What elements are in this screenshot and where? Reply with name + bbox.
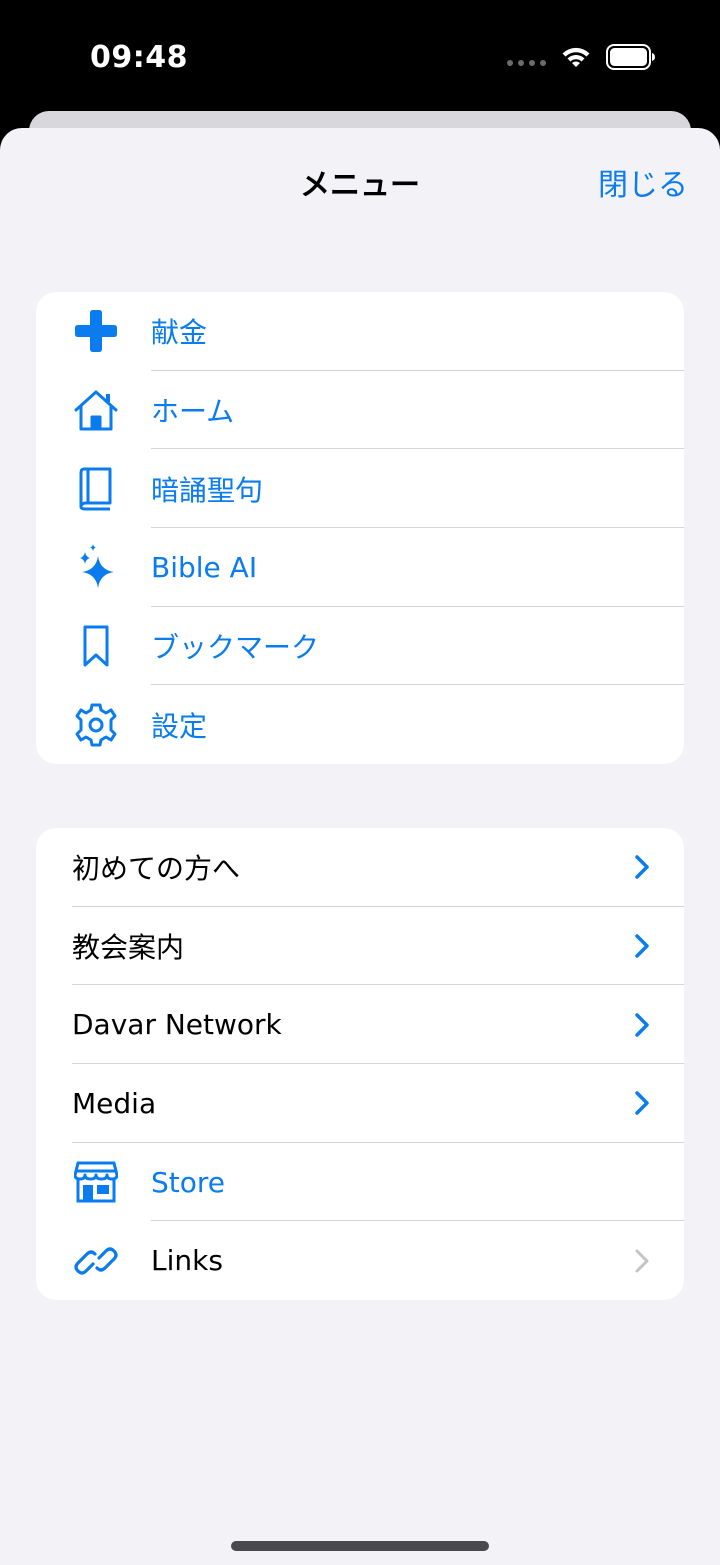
menu-item-label: 暗誦聖句 bbox=[151, 473, 264, 507]
menu-item-label: ホーム bbox=[151, 395, 235, 429]
menu-item-bible-ai[interactable]: Bible AI bbox=[36, 528, 684, 607]
menu-item-media[interactable]: Media bbox=[36, 1064, 684, 1143]
menu-item-davar-network[interactable]: Davar Network bbox=[36, 985, 684, 1065]
storefront-icon bbox=[72, 1158, 120, 1206]
menu-item-donation[interactable]: 献金 bbox=[36, 292, 684, 371]
menu-item-label: Links bbox=[151, 1244, 223, 1278]
menu-item-label: ブックマーク bbox=[151, 631, 320, 665]
chevron-right-icon bbox=[635, 855, 649, 880]
house-icon bbox=[72, 386, 120, 434]
main-menu-group: 献金 ホーム 暗誦聖句 Bible AI ブックマーク 設定 bbox=[36, 292, 684, 764]
chevron-right-icon bbox=[635, 1249, 649, 1273]
menu-item-label: 教会案内 bbox=[72, 931, 185, 965]
menu-item-home[interactable]: ホーム bbox=[36, 371, 684, 450]
close-button[interactable]: 閉じる bbox=[598, 160, 688, 204]
menu-item-memory-verse[interactable]: 暗誦聖句 bbox=[36, 449, 684, 529]
menu-item-label: Store bbox=[151, 1165, 226, 1199]
chevron-right-icon bbox=[635, 1091, 649, 1116]
menu-item-church-info[interactable]: 教会案内 bbox=[36, 907, 684, 986]
home-indicator[interactable] bbox=[231, 1541, 489, 1551]
menu-item-label: Media bbox=[72, 1086, 157, 1120]
gear-icon bbox=[72, 701, 120, 749]
menu-item-links[interactable]: Links bbox=[36, 1221, 684, 1300]
link-icon bbox=[72, 1237, 120, 1285]
chevron-right-icon bbox=[635, 934, 649, 958]
status-icons bbox=[507, 44, 656, 70]
status-time: 09:48 bbox=[90, 40, 188, 75]
sparkles-icon bbox=[72, 543, 120, 591]
menu-item-label: 献金 bbox=[151, 316, 208, 350]
menu-item-store[interactable]: Store bbox=[36, 1143, 684, 1222]
book-icon bbox=[72, 465, 120, 513]
menu-item-label: Davar Network bbox=[72, 1008, 282, 1042]
menu-item-label: 設定 bbox=[151, 709, 208, 743]
menu-item-label: 初めての方へ bbox=[72, 852, 241, 886]
menu-item-settings[interactable]: 設定 bbox=[36, 685, 684, 764]
bookmark-icon bbox=[72, 622, 120, 670]
wifi-icon bbox=[562, 47, 590, 67]
info-menu-group: 初めての方へ 教会案内 Davar Network Media Store Li… bbox=[36, 828, 684, 1300]
menu-item-label: Bible AI bbox=[151, 550, 258, 584]
chevron-right-icon bbox=[635, 1012, 649, 1037]
menu-item-newcomers[interactable]: 初めての方へ bbox=[36, 828, 684, 907]
battery-icon bbox=[606, 44, 655, 70]
status-bar: 09:48 bbox=[0, 0, 720, 118]
cellular-dots-icon bbox=[507, 60, 546, 66]
menu-item-bookmarks[interactable]: ブックマーク bbox=[36, 607, 684, 686]
plus-icon bbox=[72, 307, 120, 355]
menu-sheet: メニュー 閉じる 献金 ホーム 暗誦聖句 Bible AI ブックマーク 設定 … bbox=[0, 128, 720, 1565]
